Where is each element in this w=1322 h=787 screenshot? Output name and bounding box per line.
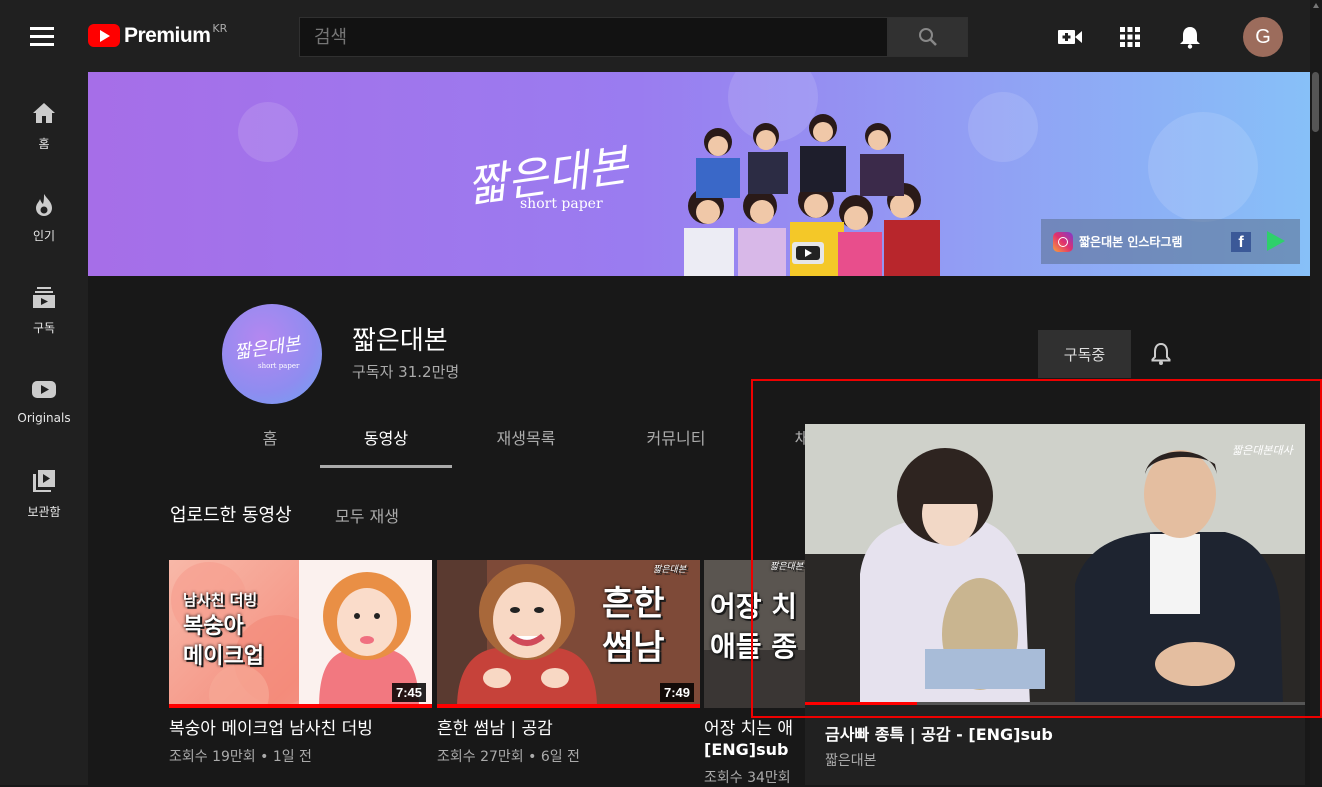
sidebar-item-label: 구독 bbox=[32, 321, 56, 335]
banner-group-photo bbox=[684, 114, 940, 276]
sidebar-item-originals[interactable]: Originals bbox=[0, 362, 88, 436]
scroll-up-icon[interactable] bbox=[1313, 3, 1319, 8]
tab-playlists[interactable]: 재생목록 bbox=[486, 425, 566, 468]
channel-avatar[interactable]: 짧은대본 short paper bbox=[222, 304, 322, 404]
banner-bokeh bbox=[1148, 112, 1258, 222]
facebook-icon[interactable]: f bbox=[1231, 232, 1251, 252]
page-scrollbar[interactable] bbox=[1310, 0, 1322, 785]
sidebar-item-label: 보관함 bbox=[27, 505, 61, 519]
video-meta: 조회수 19만회 • 1일 전 bbox=[169, 749, 312, 766]
miniplayer-progress-fill bbox=[805, 702, 917, 705]
video-card[interactable]: 짧은대본 흔한 썸남 7:49 흔한 썸남 | 공감 조회수 27만회 • 6일… bbox=[437, 560, 700, 766]
tab-community[interactable]: 커뮤니티 bbox=[636, 425, 716, 468]
thumbnail-caption: 어장 치 bbox=[710, 590, 798, 623]
logo-text: Premium bbox=[124, 24, 211, 47]
subscribed-button[interactable]: 구독중 bbox=[1038, 330, 1131, 378]
create-video-button[interactable] bbox=[1057, 24, 1083, 50]
channel-avatar-subtitle: short paper bbox=[258, 362, 300, 370]
watched-progress-bar bbox=[437, 704, 700, 708]
notification-bell-icon[interactable] bbox=[1149, 341, 1173, 367]
miniplayer-channel[interactable]: 짧은대본 bbox=[825, 750, 877, 770]
google-play-icon[interactable] bbox=[1267, 231, 1285, 251]
thumbnail-caption: 남사친 더빙 bbox=[183, 591, 258, 609]
sidebar-item-trending[interactable]: 인기 bbox=[0, 178, 88, 252]
thumbnail-caption: 복숭아 bbox=[183, 614, 244, 639]
watched-progress-bar bbox=[169, 704, 432, 708]
video-title[interactable]: 복숭아 메이크업 남사친 더빙 bbox=[169, 718, 432, 740]
miniplayer-watermark: 짧은대본대사 bbox=[1232, 444, 1293, 457]
youtube-premium-logo[interactable]: Premium KR bbox=[88, 22, 228, 48]
play-all-button[interactable]: 모두 재생 bbox=[335, 503, 399, 527]
video-camera-icon bbox=[1058, 30, 1082, 44]
channel-banner: 짧은대본 short paper 짧은대본 인스타그램 f bbox=[88, 72, 1310, 276]
instagram-link[interactable]: 짧은대본 인스타그램 bbox=[1079, 233, 1183, 250]
logo-region: KR bbox=[212, 22, 228, 35]
banner-bokeh bbox=[968, 92, 1038, 162]
account-avatar[interactable]: G bbox=[1243, 17, 1283, 57]
tab-videos[interactable]: 동영상 bbox=[320, 425, 452, 468]
video-thumbnail[interactable]: 짧은대본 흔한 썸남 7:49 bbox=[437, 560, 700, 708]
sidebar-item-subscriptions[interactable]: 구독 bbox=[0, 270, 88, 344]
youtube-play-icon bbox=[88, 24, 120, 47]
video-title[interactable]: 흔한 썸남 | 공감 bbox=[437, 718, 700, 740]
miniplayer[interactable]: 짧은대본대사 금사빠 종특 | 공감 - [ENG]sub 짧은대본 bbox=[805, 424, 1305, 785]
thumbnail-caption: 흔한 bbox=[602, 584, 665, 624]
home-icon bbox=[33, 103, 55, 123]
sidebar-item-home[interactable]: 홈 bbox=[0, 86, 88, 160]
sidebar-item-label: 인기 bbox=[32, 229, 56, 243]
video-duration: 7:45 bbox=[391, 683, 426, 702]
trending-icon bbox=[36, 194, 52, 216]
library-icon bbox=[33, 470, 55, 492]
scrollbar-thumb[interactable] bbox=[1312, 72, 1319, 132]
search-icon bbox=[919, 28, 937, 46]
video-thumbnail[interactable]: 남사친 더빙 복숭아 메이크업 7:45 bbox=[169, 560, 432, 708]
apps-grid-icon bbox=[1120, 27, 1140, 47]
video-card[interactable]: 남사친 더빙 복숭아 메이크업 7:45 복숭아 메이크업 남사친 더빙 조회수… bbox=[169, 560, 432, 766]
banner-links: 짧은대본 인스타그램 f bbox=[1041, 219, 1300, 264]
search-button[interactable] bbox=[888, 17, 968, 57]
bell-icon bbox=[1180, 27, 1200, 49]
banner-bokeh bbox=[238, 102, 298, 162]
originals-icon bbox=[32, 381, 56, 398]
channel-avatar-title: 짧은대본 bbox=[233, 333, 302, 364]
notifications-button[interactable] bbox=[1177, 24, 1203, 50]
miniplayer-title[interactable]: 금사빠 종특 | 공감 - [ENG]sub bbox=[825, 721, 1053, 745]
subscriptions-icon bbox=[33, 287, 55, 308]
search-input[interactable] bbox=[299, 17, 888, 57]
miniplayer-progress-bar[interactable] bbox=[805, 702, 1305, 705]
sidebar-item-label: 홈 bbox=[38, 137, 50, 151]
thumbnail-watermark: 짧은대본 bbox=[653, 565, 687, 575]
tab-home[interactable]: 홈 bbox=[258, 425, 282, 468]
thumbnail-watermark: 짧은대본 bbox=[770, 562, 804, 572]
section-title: 업로드한 동영상 bbox=[170, 505, 292, 526]
channel-name: 짧은대본 bbox=[352, 326, 448, 356]
sidebar: 홈 인기 구독 Originals 보관함 bbox=[0, 72, 88, 785]
top-bar: Premium KR G bbox=[0, 0, 1310, 72]
sidebar-item-library[interactable]: 보관함 bbox=[0, 454, 88, 528]
miniplayer-frame bbox=[805, 424, 1305, 705]
video-duration: 7:49 bbox=[659, 683, 694, 702]
instagram-icon[interactable] bbox=[1053, 231, 1073, 252]
apps-button[interactable] bbox=[1117, 24, 1143, 50]
thumbnail-caption: 썸남 bbox=[602, 628, 665, 668]
subscriber-count: 구독자 31.2만명 bbox=[352, 363, 460, 381]
video-meta: 조회수 27만회 • 6일 전 bbox=[437, 749, 580, 766]
thumbnail-caption: 메이크업 bbox=[183, 644, 264, 669]
thumbnail-caption: 애들 종 bbox=[710, 630, 798, 663]
banner-subtitle: short paper bbox=[520, 196, 603, 212]
menu-icon[interactable] bbox=[30, 27, 56, 47]
miniplayer-video[interactable]: 짧은대본대사 bbox=[805, 424, 1305, 705]
sidebar-item-label: Originals bbox=[17, 411, 71, 425]
